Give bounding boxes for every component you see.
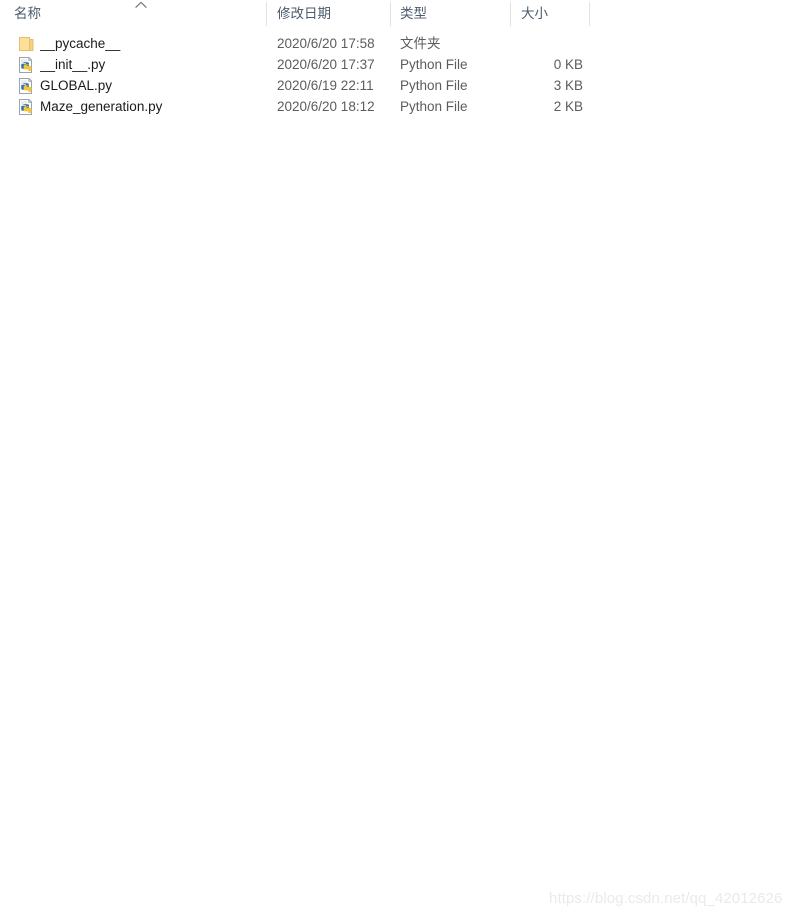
file-type: Python File: [400, 99, 468, 114]
column-header-size[interactable]: 大小: [510, 0, 589, 27]
file-date-modified: 2020/6/20 17:37: [277, 57, 375, 72]
file-date-modified: 2020/6/20 18:12: [277, 99, 375, 114]
column-header-row: 名称 修改日期 类型 大小: [0, 0, 798, 27]
column-divider[interactable]: [510, 2, 511, 26]
file-type: Python File: [400, 57, 468, 72]
table-row[interactable]: GLOBAL.py 2020/6/19 22:11 Python File 3 …: [0, 75, 798, 96]
file-size: [500, 33, 583, 54]
file-date-modified: 2020/6/19 22:11: [277, 78, 374, 93]
file-name: __init__.py: [40, 57, 106, 72]
column-divider[interactable]: [589, 2, 590, 26]
python-file-icon: [18, 57, 35, 73]
column-divider[interactable]: [266, 2, 267, 26]
folder-icon: [18, 36, 35, 52]
chevron-up-icon: [134, 1, 148, 9]
file-size: 2 KB: [553, 99, 583, 114]
column-header-date-modified-label: 修改日期: [277, 6, 331, 21]
column-header-type-label: 类型: [400, 6, 427, 21]
file-type: 文件夹: [400, 36, 441, 51]
python-file-icon: [18, 78, 35, 94]
file-type: Python File: [400, 78, 468, 93]
column-header-date-modified[interactable]: 修改日期: [266, 0, 390, 27]
column-header-type[interactable]: 类型: [390, 0, 510, 27]
file-size: 0 KB: [553, 57, 583, 72]
file-date-modified: 2020/6/20 17:58: [277, 36, 375, 51]
table-row[interactable]: __pycache__ 2020/6/20 17:58 文件夹: [0, 33, 798, 54]
column-header-name-label: 名称: [14, 6, 41, 21]
file-size: 3 KB: [553, 78, 583, 93]
table-row[interactable]: __init__.py 2020/6/20 17:37 Python File …: [0, 54, 798, 75]
file-name: __pycache__: [40, 36, 121, 51]
file-name: Maze_generation.py: [40, 99, 163, 114]
table-row[interactable]: Maze_generation.py 2020/6/20 18:12 Pytho…: [0, 96, 798, 117]
column-divider[interactable]: [390, 2, 391, 26]
file-list-view: 名称 修改日期 类型 大小 __pycache__ 2020/6/20 17:5…: [0, 0, 798, 923]
file-rows: __pycache__ 2020/6/20 17:58 文件夹 __init__…: [0, 33, 798, 117]
column-header-size-label: 大小: [521, 6, 548, 21]
watermark-text: https://blog.csdn.net/qq_42012626: [549, 890, 783, 907]
column-header-name[interactable]: 名称: [0, 0, 266, 27]
python-file-icon: [18, 99, 35, 115]
file-name: GLOBAL.py: [40, 78, 113, 93]
